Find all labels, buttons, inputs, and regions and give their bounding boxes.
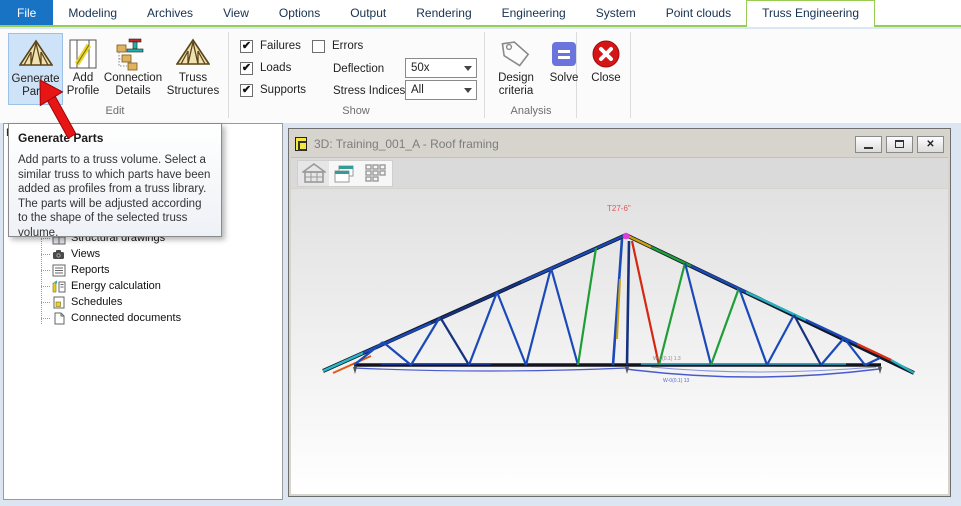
- supports-label: Supports: [260, 84, 306, 96]
- design-criteria-label: Design criteria: [488, 72, 544, 98]
- 3d-window-title: 3D: Training_001_A - Roof framing: [314, 137, 851, 151]
- loads-label: Loads: [260, 62, 291, 74]
- checkbox-checked-icon: ✔: [240, 84, 253, 97]
- 3d-window-toolbar: [291, 157, 948, 188]
- menu-bar: File Modeling Archives View Options Outp…: [0, 0, 961, 27]
- failures-checkbox[interactable]: ✔ Failures: [240, 37, 301, 55]
- tag-icon: [498, 36, 534, 72]
- 3d-window-icon: [295, 137, 307, 151]
- schedule-icon: [52, 296, 66, 309]
- cascade-windows-button[interactable]: [329, 161, 360, 186]
- tab-system[interactable]: System: [581, 0, 651, 25]
- stress-indices-dropdown[interactable]: All: [405, 80, 477, 100]
- ribbon-separator: [630, 32, 631, 118]
- connection-details-label: Connection Details: [102, 72, 164, 98]
- chevron-down-icon: [464, 88, 472, 93]
- solve-equals-icon: [546, 36, 582, 72]
- errors-label: Errors: [332, 40, 363, 52]
- tab-output[interactable]: Output: [335, 0, 401, 25]
- truss-dimension-label: T27-6": [607, 204, 631, 213]
- red-annotation-arrow: [28, 74, 88, 146]
- close-icon: [588, 36, 624, 72]
- truss-drawing: T27-6" W-0(0.1) 1.3 W-0(0.1) 13: [291, 189, 948, 494]
- profile-icon: [65, 36, 101, 72]
- close-label: Close: [591, 72, 620, 85]
- tree-item-views[interactable]: Views: [41, 246, 100, 262]
- report-icon: [52, 264, 66, 277]
- tree-item-energy-calculation[interactable]: Energy calculation: [41, 278, 161, 294]
- truss-icon: [18, 37, 54, 73]
- camera-icon: [52, 248, 66, 261]
- ribbon-separator: [228, 32, 229, 118]
- connection-details-button[interactable]: Connection Details: [102, 33, 164, 105]
- deflection-annotation-1: W-0(0.1) 1.3: [653, 356, 681, 362]
- tab-truss-engineering[interactable]: Truss Engineering: [746, 0, 875, 27]
- document-icon: [52, 312, 66, 325]
- chevron-down-icon: [464, 66, 472, 71]
- tree-item-connected-documents[interactable]: Connected documents: [41, 310, 181, 326]
- show-group-label: Show: [232, 105, 480, 119]
- solve-label: Solve: [550, 72, 579, 85]
- close-button[interactable]: Close: [584, 33, 628, 105]
- window-close-button[interactable]: ✕: [917, 136, 944, 153]
- 3d-window: 3D: Training_001_A - Roof framing ✕: [288, 128, 951, 497]
- failures-label: Failures: [260, 40, 301, 52]
- design-criteria-button[interactable]: Design criteria: [488, 33, 544, 105]
- tab-point-clouds[interactable]: Point clouds: [651, 0, 746, 25]
- loads-checkbox[interactable]: ✔ Loads: [240, 59, 291, 77]
- tab-rendering[interactable]: Rendering: [401, 0, 486, 25]
- 3d-viewport[interactable]: T27-6" W-0(0.1) 1.3 W-0(0.1) 13: [291, 189, 948, 494]
- tab-archives[interactable]: Archives: [132, 0, 208, 25]
- energy-calculation-icon: [52, 280, 66, 293]
- tab-modeling[interactable]: Modeling: [53, 0, 132, 25]
- ribbon-separator: [484, 32, 485, 118]
- tree-item-schedules[interactable]: Schedules: [41, 294, 122, 310]
- stress-indices-value: All: [411, 84, 424, 96]
- deflection-dropdown[interactable]: 50x: [405, 58, 477, 78]
- model-view-button[interactable]: [298, 161, 329, 186]
- truss-structures-icon: [175, 36, 211, 72]
- truss-structures-label: Truss Structures: [164, 72, 222, 98]
- analysis-group-label: Analysis: [488, 105, 574, 119]
- solve-button[interactable]: Solve: [546, 33, 582, 105]
- tree-item-reports[interactable]: Reports: [41, 262, 110, 278]
- ribbon: Generate Parts Add Profile Connection De…: [0, 29, 961, 123]
- checkbox-unchecked-icon: [312, 40, 325, 53]
- connection-details-icon: [115, 36, 151, 72]
- deflection-label: Deflection: [333, 60, 384, 78]
- checkbox-checked-icon: ✔: [240, 62, 253, 75]
- truss-structures-button[interactable]: Truss Structures: [164, 33, 222, 105]
- checkbox-checked-icon: ✔: [240, 40, 253, 53]
- deflection-value: 50x: [411, 62, 430, 74]
- tab-view[interactable]: View: [208, 0, 264, 25]
- 3d-window-titlebar[interactable]: 3D: Training_001_A - Roof framing ✕: [291, 131, 948, 157]
- apex-node-marker: [623, 233, 629, 239]
- tab-options[interactable]: Options: [264, 0, 335, 25]
- minimize-button[interactable]: [855, 136, 882, 153]
- deflection-annotation-2: W-0(0.1) 13: [663, 378, 690, 384]
- tile-grid-button[interactable]: [360, 161, 391, 186]
- application: File Modeling Archives View Options Outp…: [0, 0, 961, 506]
- stress-indices-label: Stress Indices: [333, 82, 405, 100]
- errors-checkbox[interactable]: Errors: [312, 37, 363, 55]
- tab-file[interactable]: File: [0, 0, 53, 25]
- supports-checkbox[interactable]: ✔ Supports: [240, 81, 306, 99]
- tooltip-body: Add parts to a truss volume. Select a si…: [18, 153, 212, 240]
- restore-button[interactable]: [886, 136, 913, 153]
- tab-engineering[interactable]: Engineering: [487, 0, 581, 25]
